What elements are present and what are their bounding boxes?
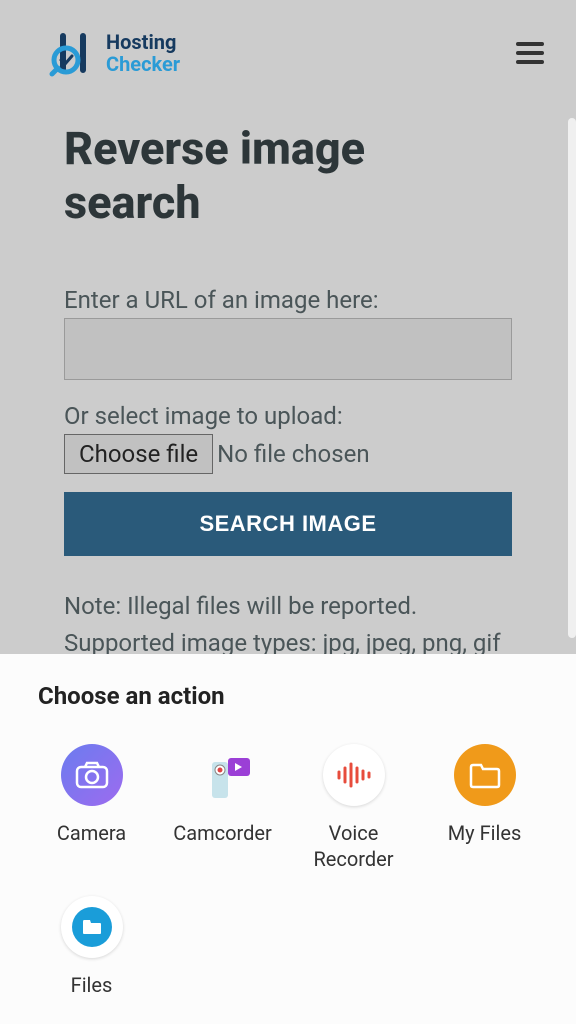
my-files-icon	[454, 744, 516, 806]
action-my-files-label: My Files	[448, 820, 522, 846]
search-image-button[interactable]: SEARCH IMAGE	[64, 492, 512, 556]
url-input[interactable]	[64, 318, 512, 380]
camera-icon	[61, 744, 123, 806]
action-voice-recorder-label: Voice Recorder	[313, 820, 393, 872]
camcorder-icon	[192, 744, 254, 806]
action-camera-label: Camera	[57, 820, 126, 846]
file-row: Choose file No file chosen	[64, 434, 512, 474]
action-camcorder-label: Camcorder	[173, 820, 272, 846]
logo-text-bottom: Checker	[106, 53, 180, 75]
logo[interactable]: Hosting Checker	[48, 28, 180, 78]
url-input-label: Enter a URL of an image here:	[64, 286, 512, 314]
action-camcorder[interactable]: Camcorder	[169, 744, 276, 872]
logo-text: Hosting Checker	[106, 31, 180, 75]
action-my-files[interactable]: My Files	[431, 744, 538, 872]
file-status: No file chosen	[217, 440, 369, 468]
main-content: Reverse image search Enter a URL of an i…	[0, 98, 576, 662]
upload-label: Or select image to upload:	[64, 402, 512, 430]
note-line-1: Note: Illegal files will be reported.	[64, 588, 512, 625]
voice-recorder-icon	[323, 744, 385, 806]
action-files-label: Files	[71, 972, 113, 998]
action-voice-recorder[interactable]: Voice Recorder	[300, 744, 407, 872]
action-camera[interactable]: Camera	[38, 744, 145, 872]
note-text: Note: Illegal files will be reported. Su…	[64, 588, 512, 662]
hamburger-menu-icon[interactable]	[516, 42, 544, 64]
sheet-title: Choose an action	[38, 682, 538, 710]
action-grid: Camera Camcorder	[38, 744, 538, 998]
header: Hosting Checker	[0, 0, 576, 98]
action-sheet: Choose an action Camera	[0, 654, 576, 1024]
scrollbar[interactable]	[568, 118, 576, 638]
page-title: Reverse image search	[64, 122, 512, 230]
logo-icon	[48, 28, 98, 78]
action-files[interactable]: Files	[38, 896, 145, 998]
logo-text-top: Hosting	[106, 31, 180, 53]
choose-file-button[interactable]: Choose file	[64, 434, 213, 474]
files-icon	[61, 896, 123, 958]
